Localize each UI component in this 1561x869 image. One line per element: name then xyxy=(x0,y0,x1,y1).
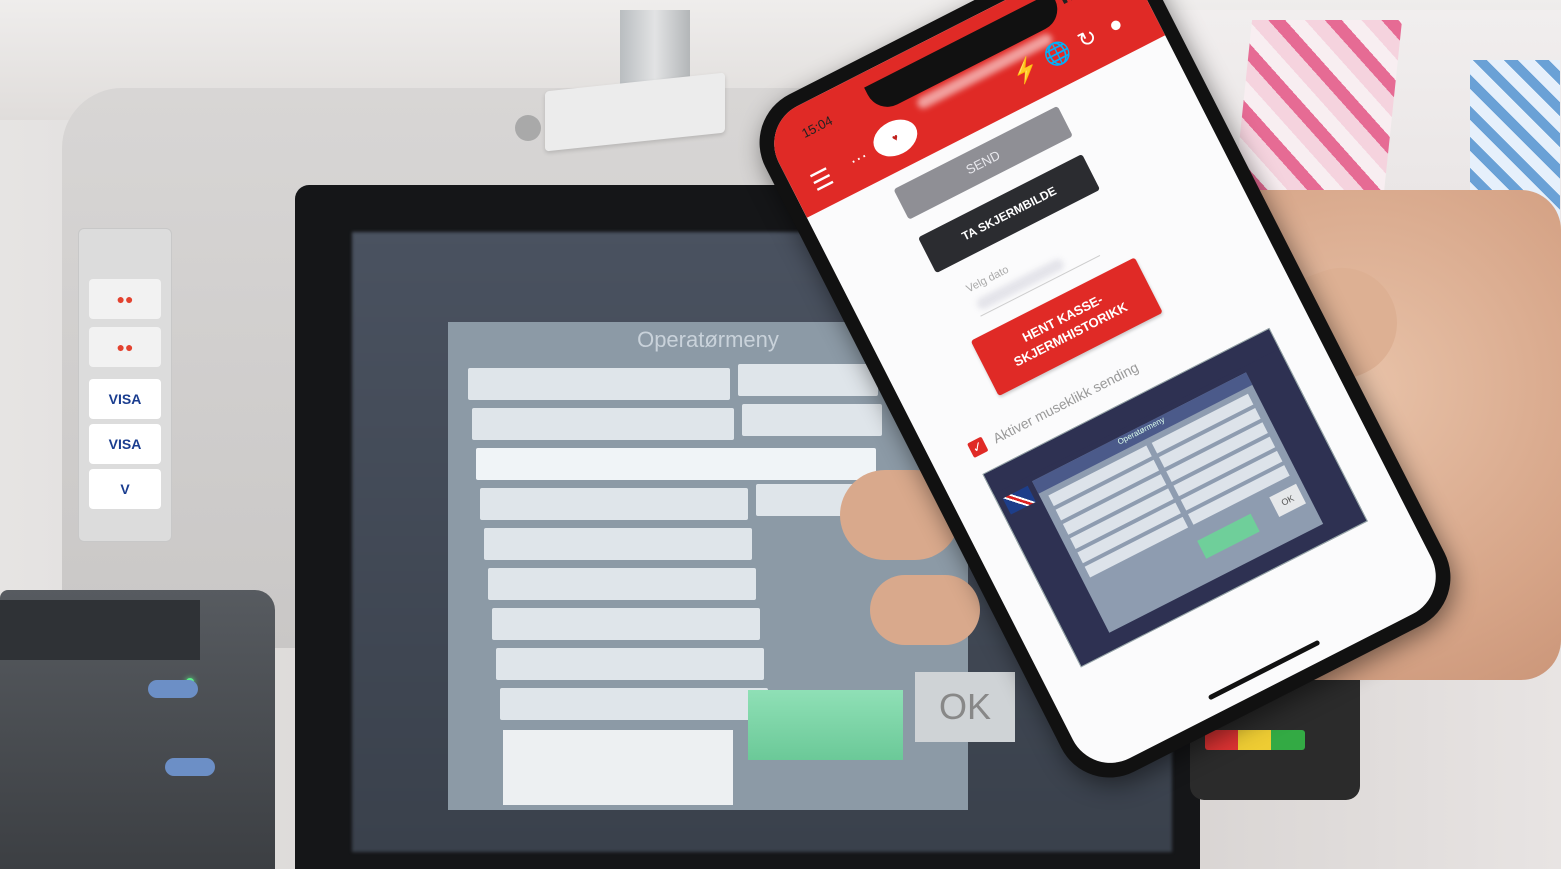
printer-slot xyxy=(0,600,200,660)
printer-button xyxy=(165,758,215,776)
pos-menu-row xyxy=(484,528,752,560)
app-logo: ♥ xyxy=(867,112,924,164)
pos-menu-row xyxy=(492,608,760,640)
pos-menu-row xyxy=(738,364,878,396)
pos-green-button xyxy=(748,690,903,760)
pos-menu-row xyxy=(496,648,764,680)
refresh-icon[interactable]: ↻ xyxy=(1073,23,1101,54)
pos-text-area xyxy=(503,730,733,805)
pos-ok-button: OK xyxy=(915,672,1015,742)
screen-preview[interactable]: Operatørmeny OK xyxy=(982,327,1368,668)
card-logo-4: V xyxy=(89,469,161,509)
pos-menu-row xyxy=(480,488,748,520)
pos-menu-row xyxy=(472,408,734,440)
mount-bolt xyxy=(515,115,541,141)
card-logo-0: ●● xyxy=(89,279,161,319)
printer-button xyxy=(148,680,198,698)
pos-menu-row xyxy=(742,404,882,436)
terminal-keys xyxy=(1205,730,1305,750)
card-logo-3: VISA xyxy=(89,424,161,464)
pos-menu-row xyxy=(476,448,876,480)
more-dots[interactable]: ··· xyxy=(846,145,872,172)
pos-menu-row xyxy=(468,368,730,400)
pos-menu-row xyxy=(488,568,756,600)
card-logo-2: VISA xyxy=(89,379,161,419)
finger xyxy=(870,575,980,645)
checkbox-checked-icon[interactable]: ✓ xyxy=(966,436,989,459)
card-logo-1: ●● xyxy=(89,327,161,367)
account-icon[interactable]: ● xyxy=(1104,10,1127,38)
uk-flag-icon xyxy=(1002,485,1036,515)
hamburger-icon[interactable]: ☰ xyxy=(807,163,838,197)
pos-menu-row xyxy=(500,688,768,720)
payment-card-sticker: ●● ●● VISA VISA V xyxy=(78,228,172,542)
